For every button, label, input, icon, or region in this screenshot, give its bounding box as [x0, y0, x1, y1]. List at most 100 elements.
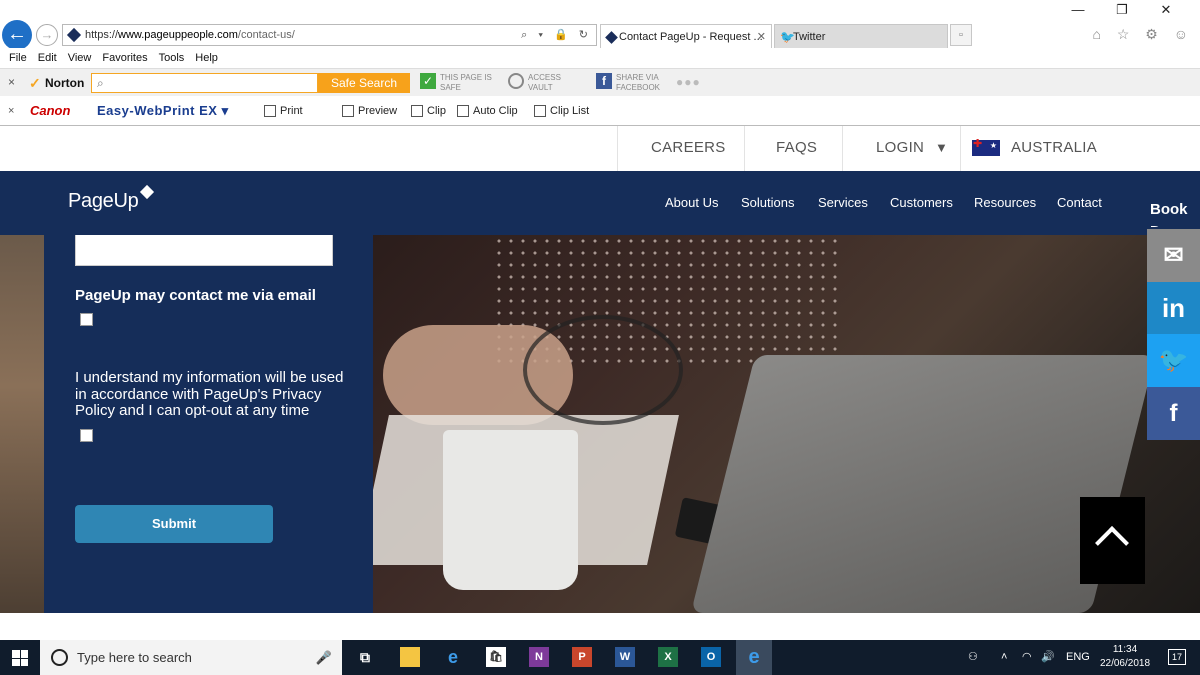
nav-solutions[interactable]: Solutions — [741, 195, 794, 210]
printer-icon — [264, 105, 276, 117]
facebook-share-button[interactable]: f — [1147, 387, 1200, 440]
pageup-logo[interactable]: PageUp — [68, 190, 139, 213]
preview-icon — [342, 105, 354, 117]
tab-label: Contact PageUp - Request ... — [619, 31, 763, 43]
email-consent-label: PageUp may contact me via email — [75, 287, 316, 304]
facebook-icon: f — [1169, 400, 1178, 427]
people-icon[interactable]: ⚇ — [968, 640, 978, 675]
nav-contact[interactable]: Contact — [1057, 195, 1102, 210]
safe-search-button[interactable]: Safe Search — [318, 73, 410, 93]
date: 22/06/2018 — [1099, 658, 1151, 669]
task-view-icon[interactable]: ⧉ — [355, 647, 375, 667]
canon-close-icon[interactable]: × — [8, 96, 14, 126]
network-icon[interactable]: ◠ — [1022, 640, 1032, 675]
chevron-up-icon — [1095, 526, 1129, 560]
menu-help[interactable]: Help — [195, 48, 218, 68]
internet-explorer-icon[interactable]: e — [736, 640, 772, 675]
text-field[interactable] — [75, 235, 333, 266]
home-favorites-settings-icons[interactable]: ⌂ ☆ ⚙ ☺ — [1092, 26, 1194, 43]
store-icon[interactable]: 🛍 — [486, 647, 506, 667]
check-icon: ✓ — [420, 73, 436, 89]
clip-list-button[interactable]: Clip List — [534, 96, 589, 126]
eyeglasses — [523, 315, 683, 425]
arrow-left-icon: ← — [7, 23, 27, 45]
norton-search-input[interactable]: ⌕ — [91, 73, 318, 93]
chevron-up-icon[interactable]: ˄ — [1001, 640, 1007, 675]
address-bar[interactable]: https://www.pageuppeople.com/contact-us/… — [62, 24, 597, 46]
print-button[interactable]: Print — [264, 96, 303, 126]
restore-button[interactable]: ❐ — [1100, 2, 1144, 18]
outlook-icon[interactable]: O — [701, 647, 721, 667]
email-consent-checkbox[interactable] — [80, 313, 93, 326]
new-tab-icon: ▫ — [959, 29, 963, 41]
address-bar-icons[interactable]: ⌕ ▾ 🔒 ↻ — [521, 25, 592, 45]
language-indicator[interactable]: ENG — [1066, 640, 1090, 675]
back-button[interactable]: ← — [2, 20, 32, 50]
linkedin-share-button[interactable]: in — [1147, 282, 1200, 335]
coffee-mug — [443, 430, 578, 590]
auto-clip-icon — [457, 105, 469, 117]
careers-link[interactable]: CAREERS — [651, 139, 726, 156]
onenote-icon[interactable]: N — [529, 647, 549, 667]
twitter-share-button[interactable]: 🐦 — [1147, 334, 1200, 387]
tab-twitter[interactable]: 🐦 Twitter — [774, 24, 948, 48]
nav-services[interactable]: Services — [818, 195, 868, 210]
clock[interactable]: 11:34 22/06/2018 — [1098, 643, 1152, 671]
faqs-link[interactable]: FAQS — [776, 139, 817, 156]
share-facebook-button[interactable]: f SHARE VIA FACEBOOK — [596, 73, 660, 93]
tab-contact-pageup[interactable]: Contact PageUp - Request ... ✕ — [600, 24, 772, 48]
site-favicon — [66, 27, 82, 43]
minimize-button[interactable]: — — [1056, 2, 1100, 17]
preview-button[interactable]: Preview — [328, 96, 397, 126]
facebook-icon: f — [596, 73, 612, 89]
country-selector[interactable]: AUSTRALIA — [1011, 139, 1097, 156]
new-tab-button[interactable]: ▫ — [950, 24, 972, 46]
taskbar-search-input[interactable]: Type here to search 🎤 — [40, 640, 342, 675]
norton-logo: Norton — [27, 72, 87, 94]
auto-clip-button[interactable]: Auto Clip — [457, 96, 518, 126]
back-to-top-button[interactable] — [1080, 497, 1145, 584]
menu-edit[interactable]: Edit — [38, 48, 57, 68]
edge-icon[interactable]: e — [443, 647, 463, 667]
more-options-icon[interactable]: ●●● — [676, 75, 701, 89]
excel-icon[interactable]: X — [658, 647, 678, 667]
submit-button[interactable]: Submit — [75, 505, 273, 543]
privacy-consent-checkbox[interactable] — [80, 429, 93, 442]
menu-tools[interactable]: Tools — [159, 48, 185, 68]
chevron-down-icon[interactable]: ▼ — [935, 140, 948, 155]
email-share-button[interactable]: ✉ — [1147, 229, 1200, 282]
notification-center-icon[interactable]: 17 — [1168, 649, 1186, 665]
volume-icon[interactable]: 🔊 — [1041, 640, 1055, 675]
menu-favorites[interactable]: Favorites — [102, 48, 147, 68]
powerpoint-icon[interactable]: P — [572, 647, 592, 667]
nav-about-us[interactable]: About Us — [665, 195, 718, 210]
page-safe-indicator[interactable]: ✓ THIS PAGE IS SAFE — [420, 73, 492, 93]
microphone-icon[interactable]: 🎤 — [316, 640, 332, 675]
menu-view[interactable]: View — [68, 48, 92, 68]
twitter-icon: 🐦 — [1158, 347, 1189, 374]
time: 11:34 — [1112, 644, 1138, 655]
tab-close-icon[interactable]: ✕ — [757, 25, 766, 48]
book-demo-link[interactable]: Book Demo — [1150, 199, 1200, 227]
file-explorer-icon[interactable] — [400, 647, 420, 667]
access-vault-button[interactable]: ACCESS VAULT — [508, 73, 561, 93]
windows-taskbar: Type here to search 🎤 ⧉ e 🛍 N P W X O e … — [0, 640, 1200, 675]
privacy-consent-label: I understand my information will be used… — [75, 369, 344, 419]
divider — [960, 126, 961, 171]
cortana-icon — [51, 649, 68, 666]
url-path: /contact-us/ — [237, 29, 295, 41]
browser-titlebar: ← → https://www.pageuppeople.com/contact… — [0, 0, 1200, 50]
tab-label: Twitter — [793, 31, 826, 43]
forward-button[interactable]: → — [36, 24, 58, 46]
vault-icon — [508, 73, 524, 89]
word-icon[interactable]: W — [615, 647, 635, 667]
norton-close-icon[interactable]: × — [8, 75, 15, 89]
easy-webprint-menu[interactable]: Easy-WebPrint EX ▾ — [97, 96, 229, 126]
menu-file[interactable]: File — [9, 48, 27, 68]
nav-resources[interactable]: Resources — [974, 195, 1036, 210]
close-window-button[interactable]: ✕ — [1144, 2, 1188, 18]
login-link[interactable]: LOGIN — [876, 139, 924, 156]
clip-button[interactable]: Clip — [411, 96, 446, 126]
windows-start-icon[interactable] — [12, 650, 28, 666]
nav-customers[interactable]: Customers — [890, 195, 953, 210]
